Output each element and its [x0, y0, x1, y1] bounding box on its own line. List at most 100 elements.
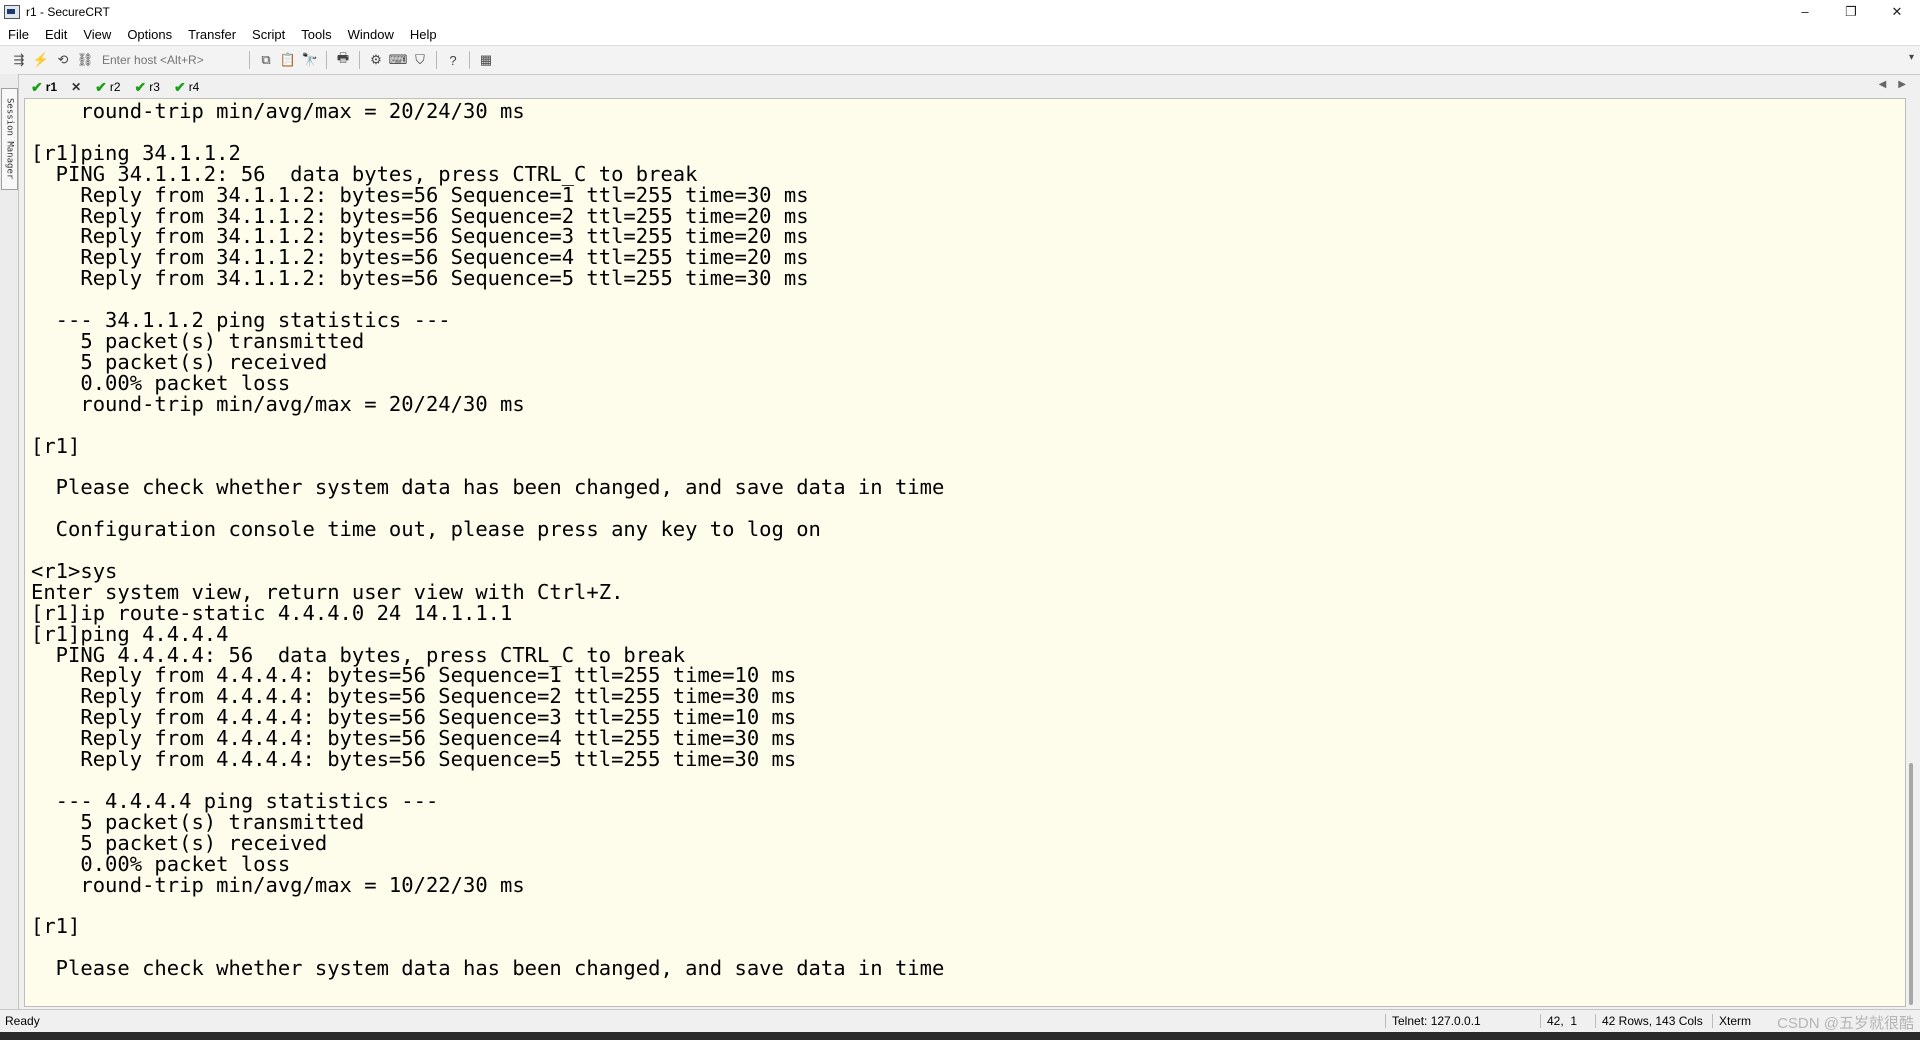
connected-check-icon: ✔ [134, 78, 147, 95]
menu-view[interactable]: View [75, 27, 119, 42]
paste-icon[interactable]: 📋 [277, 49, 299, 71]
keymap-icon[interactable]: ⌨ [387, 49, 409, 71]
help-icon[interactable]: ? [442, 49, 464, 71]
window-controls: – ❐ ✕ [1782, 0, 1920, 23]
terminal-output[interactable]: round-trip min/avg/max = 20/24/30 ms [r1… [25, 99, 1905, 979]
terminal-line: Reply from 34.1.1.2: bytes=56 Sequence=5… [31, 266, 809, 291]
terminal-line: PING 4.4.4.4: 56 data bytes, press CTRL_… [31, 642, 686, 667]
menu-window[interactable]: Window [340, 27, 402, 42]
toolbar-separator [249, 51, 250, 69]
session-manager-tab[interactable]: Session Manager [1, 88, 18, 190]
menu-script[interactable]: Script [244, 27, 293, 42]
session-options-icon[interactable]: ▦ [475, 49, 497, 71]
terminal-line: 0.00% packet loss [31, 851, 291, 876]
menu-file[interactable]: File [0, 27, 37, 42]
menu-edit[interactable]: Edit [37, 27, 75, 42]
minimize-button[interactable]: – [1782, 0, 1828, 23]
terminal-line: Reply from 34.1.1.2: bytes=56 Sequence=1… [31, 182, 809, 207]
terminal-line: 5 packet(s) received [31, 349, 328, 374]
terminal-line: Reply from 4.4.4.4: bytes=56 Sequence=4 … [31, 726, 797, 751]
menu-transfer[interactable]: Transfer [180, 27, 244, 42]
session-tab-bar: ✔ r1 ✕ ✔ r2 ✔ r3 ✔ r4 ◀ ▶ [24, 77, 1914, 97]
tab-scroll-right-icon[interactable]: ▶ [1898, 79, 1906, 90]
tab-r3[interactable]: ✔ r3 [128, 78, 167, 96]
terminal-line: [r1]ping 4.4.4.4 [31, 621, 229, 646]
print-icon[interactable]: 🖶 [332, 49, 354, 71]
toolbar-separator [436, 51, 437, 69]
terminal-line: Reply from 4.4.4.4: bytes=56 Sequence=5 … [31, 747, 797, 772]
sftp-icon[interactable]: ⛉ [409, 49, 431, 71]
terminal-line: Reply from 34.1.1.2: bytes=56 Sequence=4… [31, 245, 809, 270]
toolbar-dropdown-arrow-icon[interactable]: ▾ [1909, 52, 1914, 63]
tab-r2[interactable]: ✔ r2 [88, 78, 127, 96]
quick-connect-icon[interactable]: ⚡ [30, 49, 52, 71]
terminal-line: round-trip min/avg/max = 10/22/30 ms [31, 872, 525, 897]
terminal-line: --- 4.4.4.4 ping statistics --- [31, 788, 439, 813]
session-manager-panel: Session Manager [0, 74, 19, 1010]
terminal-line: --- 34.1.1.2 ping statistics --- [31, 308, 451, 333]
menu-tools[interactable]: Tools [293, 27, 339, 42]
tab-r4[interactable]: ✔ r4 [167, 78, 206, 96]
status-connection: Telnet: 127.0.0.1 [1385, 1014, 1481, 1028]
close-button[interactable]: ✕ [1874, 0, 1920, 23]
menu-options[interactable]: Options [119, 27, 180, 42]
connect-icon[interactable]: ⇶ [8, 49, 30, 71]
title-bar: r1 - SecureCRT – ❐ ✕ [0, 0, 1920, 23]
terminal-line: Reply from 34.1.1.2: bytes=56 Sequence=2… [31, 203, 809, 228]
tab-label: r2 [109, 80, 121, 94]
close-icon[interactable]: ✕ [71, 80, 81, 94]
securecrt-app-icon[interactable] [4, 4, 20, 19]
terminal-line: [r1] [31, 914, 81, 939]
connected-check-icon: ✔ [173, 78, 186, 95]
restore-button[interactable]: ❐ [1828, 0, 1874, 23]
find-icon[interactable]: 🔭 [299, 49, 321, 71]
terminal-line: Enter system view, return user view with… [31, 579, 624, 604]
disconnect-icon[interactable]: ⛓ [74, 49, 96, 71]
terminal-line: 0.00% packet loss [31, 370, 291, 395]
terminal-line: PING 34.1.1.2: 56 data bytes, press CTRL… [31, 161, 698, 186]
tab-scroll-left-icon[interactable]: ◀ [1879, 79, 1887, 90]
terminal-line: Reply from 4.4.4.4: bytes=56 Sequence=2 … [31, 684, 797, 709]
terminal-line: Reply from 4.4.4.4: bytes=56 Sequence=1 … [31, 663, 797, 688]
terminal-line: 5 packet(s) received [31, 830, 328, 855]
terminal-line: Reply from 4.4.4.4: bytes=56 Sequence=3 … [31, 705, 797, 730]
status-bar: Ready Telnet: 127.0.0.1 42, 1 42 Rows, 1… [0, 1009, 1920, 1033]
connected-check-icon: ✔ [95, 78, 107, 95]
terminal-line: 5 packet(s) transmitted [31, 809, 365, 834]
status-terminal-size: 42 Rows, 143 Cols [1595, 1014, 1703, 1028]
terminal-line: Reply from 34.1.1.2: bytes=56 Sequence=3… [31, 224, 809, 249]
terminal-line: round-trip min/avg/max = 20/24/30 ms [31, 391, 525, 416]
tab-scroll-arrows: ◀ ▶ [1879, 79, 1906, 90]
terminal-line: [r1]ping 34.1.1.2 [31, 140, 241, 165]
tab-label: r1 [45, 80, 58, 94]
tab-label: r3 [149, 80, 160, 94]
terminal-line: 5 packet(s) transmitted [31, 328, 365, 353]
terminal-line: <r1>sys [31, 558, 118, 583]
watermark: CSDN @五岁就很酷 [1777, 1015, 1914, 1032]
host-input[interactable] [100, 52, 244, 68]
tab-r1[interactable]: ✔ r1 ✕ [24, 78, 88, 96]
terminal-line: Configuration console time out, please p… [31, 517, 821, 542]
status-terminal-type: Xterm [1712, 1014, 1751, 1028]
status-cursor-position: 42, 1 [1540, 1014, 1577, 1028]
copy-icon[interactable]: ⧉ [255, 49, 277, 71]
toolbar-separator [326, 51, 327, 69]
terminal-line: Please check whether system data has bee… [31, 475, 945, 500]
menu-help[interactable]: Help [402, 27, 445, 42]
terminal-line: [r1] [31, 433, 81, 458]
terminal-scrollbar[interactable] [1906, 98, 1918, 1005]
scrollbar-thumb[interactable] [1909, 763, 1913, 1005]
settings-icon[interactable]: ⚙ [365, 49, 387, 71]
terminal-view[interactable]: round-trip min/avg/max = 20/24/30 ms [r1… [24, 98, 1906, 1007]
terminal-line: Please check whether system data has bee… [31, 956, 945, 981]
toolbar: ⇶ ⚡ ⟲ ⛓ ⧉ 📋 🔭 🖶 ⚙ ⌨ ⛉ ? ▦ ▾ [0, 45, 1920, 75]
terminal-line: round-trip min/avg/max = 20/24/30 ms [31, 99, 525, 123]
reconnect-icon[interactable]: ⟲ [52, 49, 74, 71]
